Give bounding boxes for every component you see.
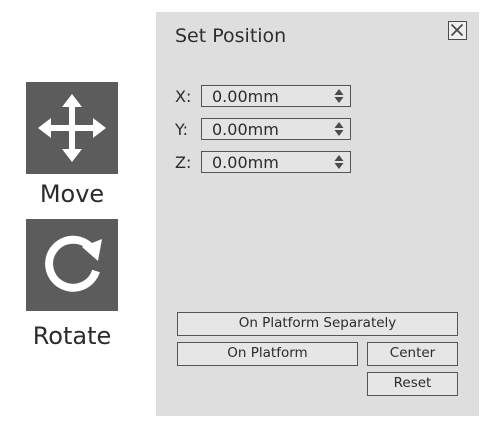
move-tool-label: Move	[39, 180, 105, 208]
rotate-tool-label: Rotate	[32, 322, 112, 350]
rotate-tool-button[interactable]	[26, 219, 118, 311]
z-position-input[interactable]: 0.00mm	[201, 151, 351, 173]
z-label: Z:	[175, 153, 192, 172]
x-position-input[interactable]: 0.00mm	[201, 85, 351, 107]
spin-arrows-icon[interactable]	[334, 122, 344, 136]
x-label: X:	[175, 87, 192, 106]
close-icon	[450, 23, 464, 37]
center-button[interactable]: Center	[367, 342, 458, 366]
y-label: Y:	[175, 120, 189, 139]
y-value: 0.00mm	[212, 120, 279, 139]
set-position-panel: Set Position X: 0.00mm Y: 0.00mm Z: 0.00…	[156, 12, 479, 416]
on-platform-button[interactable]: On Platform	[177, 342, 358, 366]
on-platform-separately-button[interactable]: On Platform Separately	[177, 312, 458, 336]
rotate-arrow-icon	[45, 235, 102, 292]
z-value: 0.00mm	[212, 153, 279, 172]
x-value: 0.00mm	[212, 87, 279, 106]
reset-button[interactable]: Reset	[367, 372, 458, 396]
spin-arrows-icon[interactable]	[334, 89, 344, 103]
move-tool-button[interactable]	[26, 82, 118, 174]
spin-arrows-icon[interactable]	[334, 155, 344, 169]
panel-title: Set Position	[175, 25, 287, 47]
y-position-input[interactable]: 0.00mm	[201, 118, 351, 140]
close-button[interactable]	[448, 21, 467, 40]
move-arrows-icon	[38, 94, 106, 162]
